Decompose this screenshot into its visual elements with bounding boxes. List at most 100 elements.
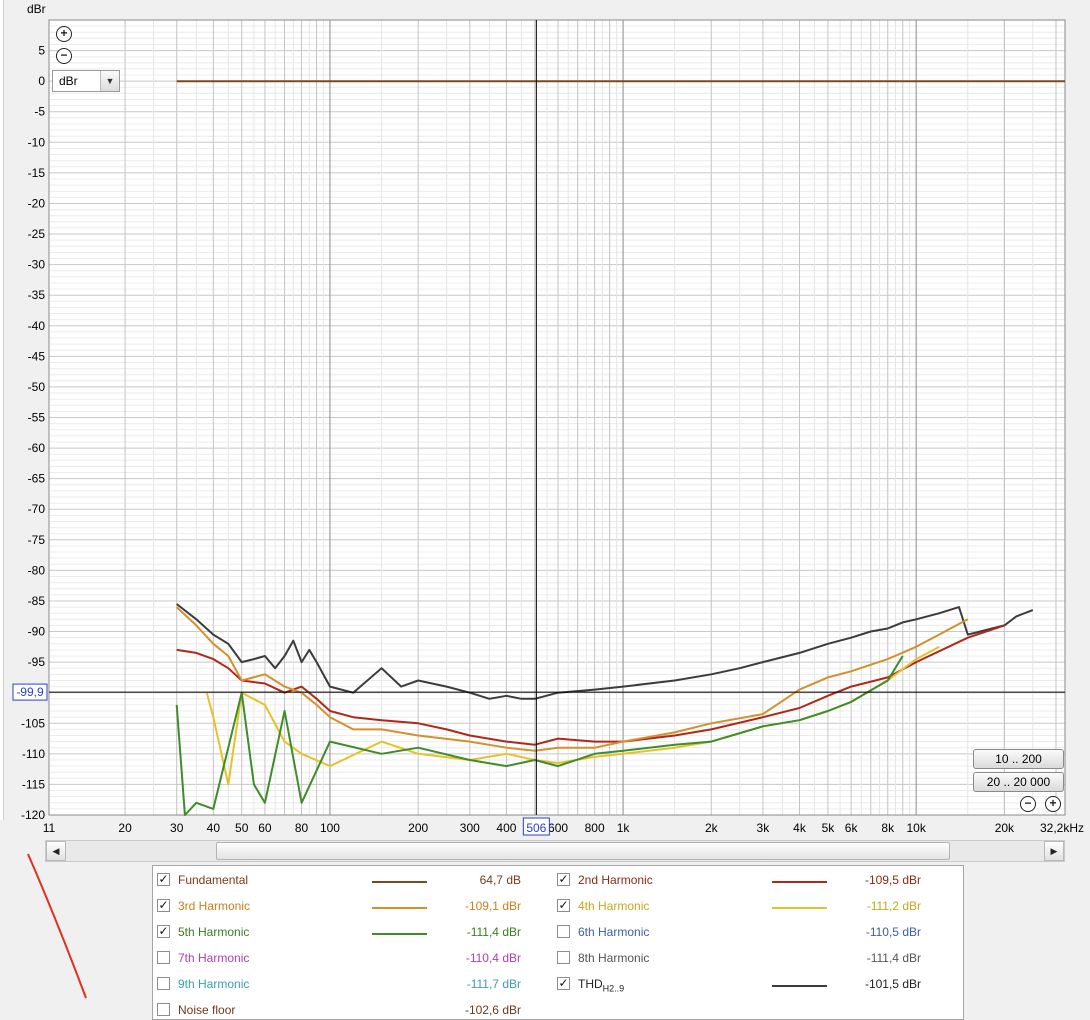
legend-label: 8th Harmonic bbox=[578, 951, 650, 965]
y-tick-label: -110 bbox=[22, 747, 45, 761]
legend-value: -101,5 dBr bbox=[864, 977, 921, 991]
x-tick-label: 40 bbox=[207, 821, 221, 835]
legend-checkbox[interactable]: ✓ bbox=[157, 899, 170, 912]
x-tick-label: 800 bbox=[585, 821, 605, 835]
horizontal-scrollbar[interactable]: ◀ ▶ bbox=[45, 840, 1065, 862]
x-tick-label: 32,2kHz bbox=[1040, 821, 1084, 835]
y-tick-label: -60 bbox=[28, 441, 46, 455]
legend-label: Fundamental bbox=[178, 873, 249, 887]
y-unit-label: dBr bbox=[27, 2, 46, 16]
y-tick-label: -70 bbox=[28, 502, 46, 516]
legend-item-noise-floor[interactable]: Noise floor -102,6 dBr bbox=[157, 1000, 521, 1020]
y-tick-label: -25 bbox=[28, 227, 46, 241]
legend-label-subscript: H2..9 bbox=[602, 983, 625, 994]
zoom-in-x-icon[interactable]: + bbox=[1045, 796, 1061, 812]
x-tick-label: 10k bbox=[906, 821, 926, 835]
legend-label: 7th Harmonic bbox=[178, 951, 250, 965]
y-tick-label: 0 bbox=[38, 74, 45, 88]
legend-item-4th-harmonic[interactable]: ✓ 4th Harmonic -111,2 dBr bbox=[557, 896, 921, 916]
legend-checkbox[interactable] bbox=[557, 951, 570, 964]
y-tick-label: -120 bbox=[21, 808, 45, 822]
legend-item-8th-harmonic[interactable]: 8th Harmonic -111,4 dBr bbox=[557, 948, 921, 968]
x-tick-label: 80 bbox=[295, 821, 309, 835]
x-tick-label: 4k bbox=[793, 821, 807, 835]
x-tick-label: 400 bbox=[496, 821, 516, 835]
legend-label: 5th Harmonic bbox=[178, 925, 250, 939]
y-tick-label: -35 bbox=[28, 288, 46, 302]
legend-value: -111,4 dBr bbox=[866, 951, 921, 965]
y-tick-label: -115 bbox=[22, 777, 45, 791]
legend-item-9th-harmonic[interactable]: 9th Harmonic -111,7 dBr bbox=[157, 974, 521, 994]
cursor-y-readout: -99,9 bbox=[16, 685, 44, 699]
legend-value: -110,4 dBr bbox=[465, 951, 521, 965]
x-tick-label: 6k bbox=[845, 821, 859, 835]
zoom-out-icon[interactable]: − bbox=[56, 48, 72, 64]
legend-checkbox[interactable] bbox=[157, 1003, 170, 1016]
legend-label: 4th Harmonic bbox=[578, 899, 650, 913]
y-tick-label: 5 bbox=[38, 44, 45, 58]
red-pen-stroke bbox=[27, 853, 87, 999]
x-tick-label: 100 bbox=[320, 821, 340, 835]
legend-value: -111,4 dBr bbox=[466, 925, 521, 939]
x-tick-label: 11 bbox=[43, 821, 56, 835]
legend-checkbox[interactable]: ✓ bbox=[557, 977, 570, 990]
legend-swatch bbox=[372, 933, 427, 935]
legend-checkbox[interactable]: ✓ bbox=[157, 925, 170, 938]
chart-area[interactable]: 50-5-10-15-20-25-30-35-40-45-50-55-60-65… bbox=[0, 0, 1090, 840]
y-tick-label: -105 bbox=[21, 716, 45, 730]
legend-panel: ✓ Fundamental 64,7 dB ✓ 3rd Harmonic -109,1 d… bbox=[152, 865, 964, 1020]
x-tick-label: 20k bbox=[995, 821, 1015, 835]
x-tick-label: 200 bbox=[408, 821, 428, 835]
y-tick-label: -20 bbox=[28, 196, 46, 210]
legend-swatch bbox=[372, 907, 427, 909]
scrollbar-thumb[interactable] bbox=[216, 842, 950, 860]
range-20-20000-button[interactable]: 20 .. 20 000 bbox=[973, 772, 1064, 792]
y-tick-label: -65 bbox=[28, 472, 46, 486]
legend-item-3rd-harmonic[interactable]: ✓ 3rd Harmonic -109,1 dBr bbox=[157, 896, 521, 916]
y-tick-label: -40 bbox=[28, 319, 46, 333]
zoom-in-icon[interactable]: + bbox=[56, 26, 72, 42]
unit-dropdown[interactable]: dBr ▼ bbox=[52, 70, 120, 92]
legend-label: THDH2..9 bbox=[578, 977, 625, 994]
legend-label: 9th Harmonic bbox=[178, 977, 250, 991]
x-tick-label: 30 bbox=[170, 821, 184, 835]
legend-item-2nd-harmonic[interactable]: ✓ 2nd Harmonic -109,5 dBr bbox=[557, 870, 921, 890]
chevron-down-icon[interactable]: ▼ bbox=[100, 71, 119, 91]
legend-checkbox[interactable] bbox=[557, 925, 570, 938]
legend-label: 2nd Harmonic bbox=[578, 873, 653, 887]
legend-checkbox[interactable] bbox=[157, 951, 170, 964]
legend-checkbox[interactable]: ✓ bbox=[157, 873, 170, 886]
y-tick-label: -15 bbox=[28, 166, 46, 180]
y-tick-label: -85 bbox=[28, 594, 46, 608]
range-10-200-button[interactable]: 10 .. 200 bbox=[973, 749, 1064, 769]
y-tick-label: -50 bbox=[28, 380, 46, 394]
legend-item-thd[interactable]: ✓ THDH2..9 -101,5 dBr bbox=[557, 974, 921, 994]
y-tick-label: -95 bbox=[28, 655, 46, 669]
y-tick-label: -55 bbox=[28, 411, 46, 425]
x-tick-label: 3k bbox=[757, 821, 771, 835]
legend-value: -102,6 dBr bbox=[464, 1003, 521, 1017]
legend-label: 3rd Harmonic bbox=[178, 899, 251, 913]
x-tick-label: 1k bbox=[617, 821, 631, 835]
scroll-right-icon[interactable]: ▶ bbox=[1044, 841, 1064, 861]
x-tick-label: 50 bbox=[235, 821, 249, 835]
legend-item-fundamental[interactable]: ✓ Fundamental 64,7 dB bbox=[157, 870, 521, 890]
y-tick-label: -80 bbox=[28, 563, 46, 577]
legend-label: 6th Harmonic bbox=[578, 925, 650, 939]
x-tick-label: 20 bbox=[118, 821, 132, 835]
legend-item-5th-harmonic[interactable]: ✓ 5th Harmonic -111,4 dBr bbox=[157, 922, 521, 942]
legend-item-7th-harmonic[interactable]: 7th Harmonic -110,4 dBr bbox=[157, 948, 521, 968]
cursor-x-readout: 506 bbox=[526, 821, 546, 835]
unit-dropdown-value: dBr bbox=[59, 74, 78, 88]
legend-swatch bbox=[372, 881, 427, 883]
legend-checkbox[interactable] bbox=[157, 977, 170, 990]
x-tick-label: 300 bbox=[460, 821, 480, 835]
legend-value: -110,5 dBr bbox=[865, 925, 921, 939]
legend-checkbox[interactable]: ✓ bbox=[557, 899, 570, 912]
legend-checkbox[interactable]: ✓ bbox=[557, 873, 570, 886]
legend-item-6th-harmonic[interactable]: 6th Harmonic -110,5 dBr bbox=[557, 922, 921, 942]
x-tick-label: 2k bbox=[705, 821, 719, 835]
legend-value: -111,7 dBr bbox=[466, 977, 521, 991]
zoom-out-x-icon[interactable]: − bbox=[1020, 796, 1036, 812]
legend-swatch bbox=[772, 907, 827, 909]
